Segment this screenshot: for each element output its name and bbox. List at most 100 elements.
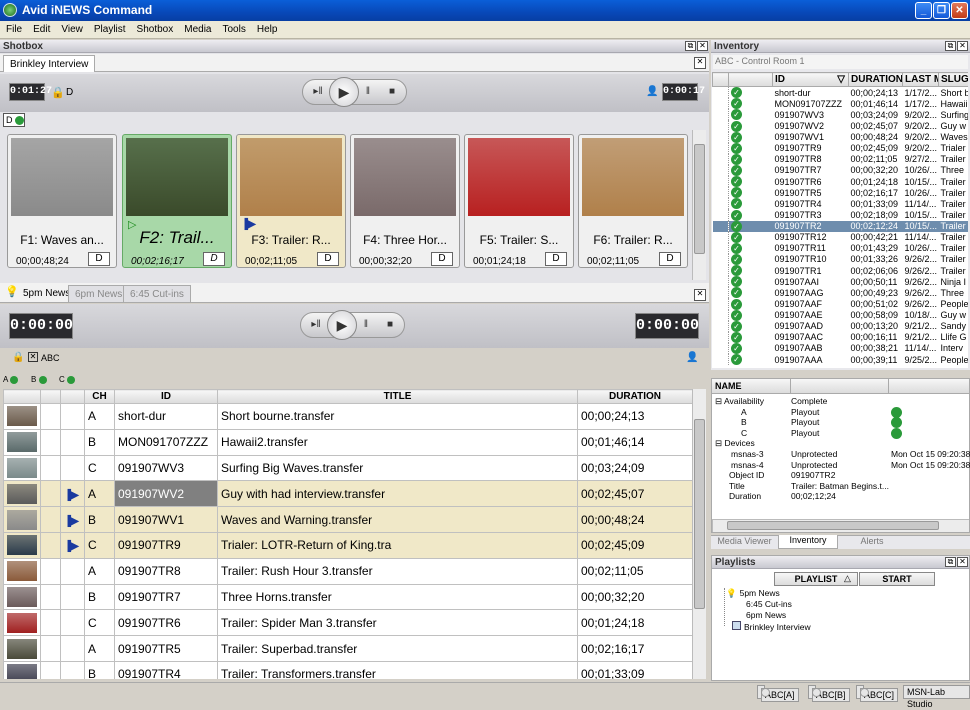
inventory-row[interactable]: ✓ 091907TR6 00;01;24;18 10/15/... Trailer [712, 176, 969, 188]
inv-col-id[interactable]: ID ▽ [772, 72, 849, 87]
col-title[interactable]: TITLE [217, 389, 578, 404]
clip-device-button[interactable]: D [545, 252, 567, 266]
pause-button[interactable]: ‖ [353, 315, 379, 335]
inventory-row[interactable]: ✓ 091907WV3 00;03;24;09 9/20/2... Surfing [712, 109, 968, 121]
col-ch[interactable]: CH [84, 389, 115, 404]
inventory-row[interactable]: ✓ 091907TR10 00;01;33;26 9/26/2... Trailer [712, 253, 969, 265]
clip-tile-f2[interactable]: ▷ F2: Trail... 00;02;16;17 D [122, 134, 232, 268]
inventory-row[interactable]: ✓ 091907TR3 00;02;18;09 10/15/... Trailer [712, 209, 969, 221]
expand-icon[interactable]: ⊟ [715, 438, 722, 448]
minimize-button[interactable]: _ [915, 2, 932, 19]
col-id[interactable]: ID [114, 389, 218, 404]
close-button[interactable]: ✕ [951, 2, 968, 19]
shotbox-scrollbar[interactable] [692, 130, 706, 280]
tab-inventory[interactable]: Inventory [778, 535, 838, 549]
menu-media[interactable]: Media [178, 21, 216, 35]
playlist-item[interactable]: 6:45 Cut-ins [746, 599, 792, 609]
inventory-row[interactable]: ✓ MON091707ZZZ 00;01;46;14 1/17/2... Hawaii [712, 98, 969, 110]
inventory-row[interactable]: ✓ 091907TR9 00;02;45;09 9/20/2... Trialer [712, 142, 969, 154]
lock-icon[interactable]: 🔒 [51, 86, 65, 99]
shotbox-close-button[interactable]: ✕ [697, 41, 708, 51]
inventory-row[interactable]: ✓ 091907TR1 00;02;06;06 9/26/2... Trailer [712, 265, 969, 277]
tab-brinkley-interview[interactable]: Brinkley Interview [3, 55, 96, 72]
prop-col-name[interactable]: NAME [712, 379, 969, 394]
clip-tile-f3[interactable]: ▐▶ F3: Trailer: R... 00;02;11;05 D [236, 134, 346, 268]
clip-device-button[interactable]: D [659, 252, 681, 266]
menu-help[interactable]: Help [251, 21, 283, 35]
inventory-row[interactable]: ✓ 091907TR5 00;02;16;17 10/26/... Trailer [712, 187, 969, 199]
clip-tile-f4[interactable]: F4: Three Hor... 00;00;32;20 D [350, 134, 460, 268]
clip-tile-f6[interactable]: F6: Trailer: R... 00;02;11;05 D [578, 134, 688, 268]
inv-col-duration[interactable]: DURATION [848, 72, 903, 87]
shotbox-tab-close[interactable]: ✕ [694, 57, 706, 69]
inv-col-slug[interactable]: SLUG [938, 72, 968, 87]
lock-icon[interactable]: 🔒 [12, 352, 24, 363]
clip-tile-f5[interactable]: F5: Trailer: S... 00;01;24;18 D [464, 134, 574, 268]
table-row[interactable]: C 091907WV3 Surfing Big Waves.transfer 00;0… [3, 454, 692, 482]
inventory-row[interactable]: ✓ 091907AAD 00;00;13;20 9/21/2... Sandy [712, 320, 969, 332]
inventory-row[interactable]: ✓ 091907TR2 00;02;12;24 10/15/... Trailer [712, 220, 968, 232]
inventory-source[interactable]: ABC - Control Room 1 [713, 55, 968, 69]
shotbox-float-button[interactable]: ⧉ [685, 41, 696, 51]
inventory-row[interactable]: ✓ 091907AAG 00;00;49;23 9/26/2... Three [712, 287, 969, 299]
inventory-close-button[interactable]: ✕ [957, 41, 968, 51]
inv-col-last[interactable]: LAST MO [902, 72, 939, 87]
playlist-item[interactable]: 💡 5pm News [726, 588, 780, 599]
rundown-scrollbar[interactable] [692, 389, 706, 679]
col-duration[interactable]: DURATION [577, 389, 692, 404]
inventory-row[interactable]: ✓ 091907AAA 00;00;39;11 9/25/2... People [712, 354, 968, 366]
playlist-item[interactable]: Brinkley Interview [732, 621, 811, 632]
clip-device-button[interactable]: D [88, 252, 110, 266]
clip-device-button[interactable]: D [317, 252, 339, 266]
tab-alerts[interactable]: Alerts [848, 536, 896, 549]
inventory-row[interactable]: ✓ 091907WV2 00;02;45;07 9/20/2... Guy w [712, 120, 969, 132]
clip-device-button[interactable]: D [203, 252, 225, 266]
table-row[interactable]: A 091907TR8 Trailer: Rush Hour 3.transfer 0… [3, 557, 692, 585]
device-selector[interactable]: D [3, 113, 25, 127]
table-row[interactable]: B MON091707ZZZ Hawaii2.transfer 00;01;46;14 [3, 428, 692, 456]
col-start[interactable]: START [859, 572, 935, 586]
table-row[interactable]: ▐▶ C 091907TR9 Trialer: LOTR-Return of King… [3, 531, 692, 559]
rundown-tab-close[interactable]: ✕ [694, 289, 706, 301]
inventory-row[interactable]: ✓ 091907AAF 00;00;51;02 9/26/2... People [712, 298, 968, 310]
expand-icon[interactable]: ⊟ [715, 396, 722, 406]
table-row[interactable]: ▐▶ B 091907WV1 Waves and Warning.transfer 00… [3, 506, 692, 533]
cue-button[interactable]: ▸‖ [305, 82, 331, 102]
menu-shotbox[interactable]: Shotbox [131, 21, 179, 35]
properties-hscrollbar[interactable] [712, 519, 969, 532]
inventory-row[interactable]: ✓ 091907AAC 00;00;16;11 9/21/2... Llife G [712, 331, 969, 343]
inventory-row[interactable]: ✓ 091907AAE 00;00;58;09 10/18/... Guy w [712, 309, 969, 321]
menu-playlist[interactable]: Playlist [88, 21, 131, 35]
table-row[interactable]: A 091907TR5 Trailer: Superbad.transfer 00;0… [3, 635, 692, 662]
tab-645-cut-ins[interactable]: 6:45 Cut-ins [123, 285, 191, 302]
table-row[interactable]: B 091907TR4 Trailer: Transformers.transfer… [3, 660, 692, 679]
stop-button[interactable]: ■ [379, 82, 405, 102]
inventory-row[interactable]: ✓ 091907TR11 00;01;43;29 10/26/... Trailer [712, 242, 969, 254]
clip-device-button[interactable]: D [431, 252, 453, 266]
playlists-close-button[interactable]: ✕ [957, 557, 968, 567]
table-row[interactable]: ▐▶ A 091907WV2 Guy with had interview.trans… [3, 480, 692, 508]
tab-media-viewer[interactable]: Media Viewer [712, 536, 777, 549]
menu-edit[interactable]: Edit [27, 21, 55, 35]
cue-button[interactable]: ▸‖ [303, 315, 329, 335]
playlists-float-button[interactable]: ⧉ [945, 557, 956, 567]
clip-tile-f1[interactable]: F1: Waves an... 00;00;48;24 D [7, 134, 117, 268]
menu-file[interactable]: File [0, 21, 27, 35]
menu-view[interactable]: View [55, 21, 88, 35]
inventory-float-button[interactable]: ⧉ [945, 41, 956, 51]
maximize-button[interactable]: ❐ [933, 2, 950, 19]
inventory-row[interactable]: ✓ 091907AAB 00;00;38;21 11/14/... Interv [712, 342, 969, 354]
tab-6pm-news[interactable]: 6pm News [68, 285, 130, 302]
table-row[interactable]: C 091907TR6 Trailer: Spider Man 3.transfer… [3, 609, 692, 637]
inventory-row[interactable]: ✓ 091907TR12 00;00;42;21 11/14/... Trailer [712, 231, 969, 243]
unlink-icon[interactable]: ✕ [28, 352, 38, 362]
pause-button[interactable]: ‖ [355, 82, 381, 102]
playlist-item[interactable]: 6pm News [746, 610, 786, 620]
stop-button[interactable]: ■ [377, 315, 403, 335]
table-row[interactable]: B 091907TR7 Three Horns.transfer 00;00;32;2… [3, 583, 692, 611]
inventory-row[interactable]: ✓ short-dur 00;00;24;13 1/17/2... Short b [712, 86, 968, 99]
inventory-row[interactable]: ✓ 091907TR7 00;00;32;20 10/26/... Three [712, 164, 969, 176]
menu-tools[interactable]: Tools [217, 21, 251, 35]
inventory-row[interactable]: ✓ 091907TR8 00;02;11;05 9/27/2... Trailer [712, 153, 969, 165]
table-row[interactable]: Ashort-dur Short bourne.transfer 00;00;24;… [3, 403, 692, 430]
